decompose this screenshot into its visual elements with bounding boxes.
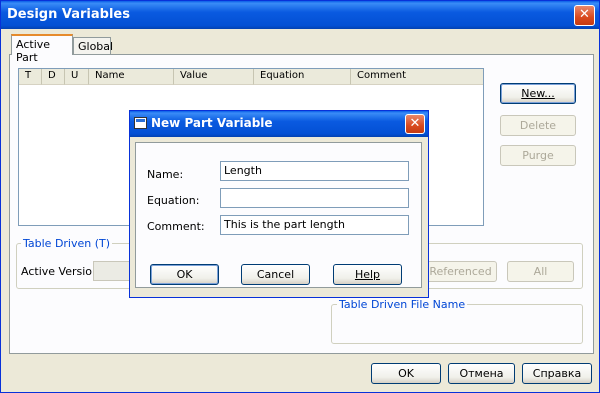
column-header-value[interactable]: Value	[173, 69, 253, 85]
dialog-help-button[interactable]: Help	[333, 264, 402, 285]
dialog-ok-button[interactable]: OK	[150, 264, 219, 285]
referenced-button-label: Referenced	[429, 265, 492, 278]
dialog-help-label: Help	[354, 268, 381, 281]
dialog-cancel-button[interactable]: Cancel	[241, 264, 310, 285]
name-input[interactable]: Length	[220, 161, 409, 181]
purge-button-label: Purge	[522, 149, 554, 162]
column-header-u[interactable]: U	[64, 69, 88, 85]
dialog-cancel-label: Cancel	[256, 268, 295, 281]
ok-button[interactable]: OK	[371, 363, 441, 384]
help-button-label: Справка	[532, 367, 582, 380]
dialog-close-icon[interactable]: ✕	[405, 114, 425, 134]
ok-button-label: OK	[398, 367, 414, 380]
equation-label: Equation:	[147, 194, 200, 207]
tab-label: Global	[78, 40, 114, 53]
new-part-variable-dialog: New Part Variable ✕ Name: Length Equatio…	[129, 110, 429, 298]
help-button[interactable]: Справка	[522, 363, 592, 384]
active-version-label: Active Version:	[21, 265, 103, 278]
column-header-t[interactable]: T	[19, 69, 41, 85]
window-title: Design Variables	[7, 7, 130, 22]
cancel-button[interactable]: Отмена	[448, 363, 515, 384]
purge-button[interactable]: Purge	[500, 145, 576, 166]
equation-input[interactable]	[220, 188, 409, 208]
delete-button[interactable]: Delete	[500, 115, 576, 136]
comment-input[interactable]: This is the part length	[220, 215, 409, 235]
referenced-button[interactable]: Referenced	[424, 261, 497, 282]
all-button[interactable]: All	[507, 261, 574, 282]
active-version-field[interactable]	[93, 261, 133, 281]
all-button-label: All	[533, 265, 548, 278]
column-header-name[interactable]: Name	[88, 69, 173, 85]
column-header-d[interactable]: D	[41, 69, 64, 85]
delete-button-label: Delete	[519, 119, 557, 132]
dialog-titlebar: New Part Variable ✕	[130, 111, 428, 137]
new-button[interactable]: New...	[500, 83, 576, 104]
window-titlebar: Design Variables ✕	[1, 1, 599, 29]
dialog-ok-label: OK	[176, 268, 193, 281]
table-driven-file-title: Table Driven File Name	[337, 298, 468, 311]
table-driven-title: Table Driven (T)	[21, 237, 113, 250]
comment-label: Comment:	[147, 220, 205, 233]
dialog-title: New Part Variable	[151, 116, 273, 130]
app-icon	[134, 117, 147, 129]
cancel-button-label: Отмена	[459, 367, 504, 380]
name-label: Name:	[147, 168, 184, 181]
tab-active-part[interactable]: Active Part	[11, 34, 73, 64]
column-header-equation[interactable]: Equation	[253, 69, 350, 85]
new-button-label: New...	[521, 87, 555, 100]
column-header-comment[interactable]: Comment	[350, 69, 483, 85]
tab-global[interactable]: Global	[73, 37, 114, 55]
close-icon[interactable]: ✕	[574, 5, 595, 26]
